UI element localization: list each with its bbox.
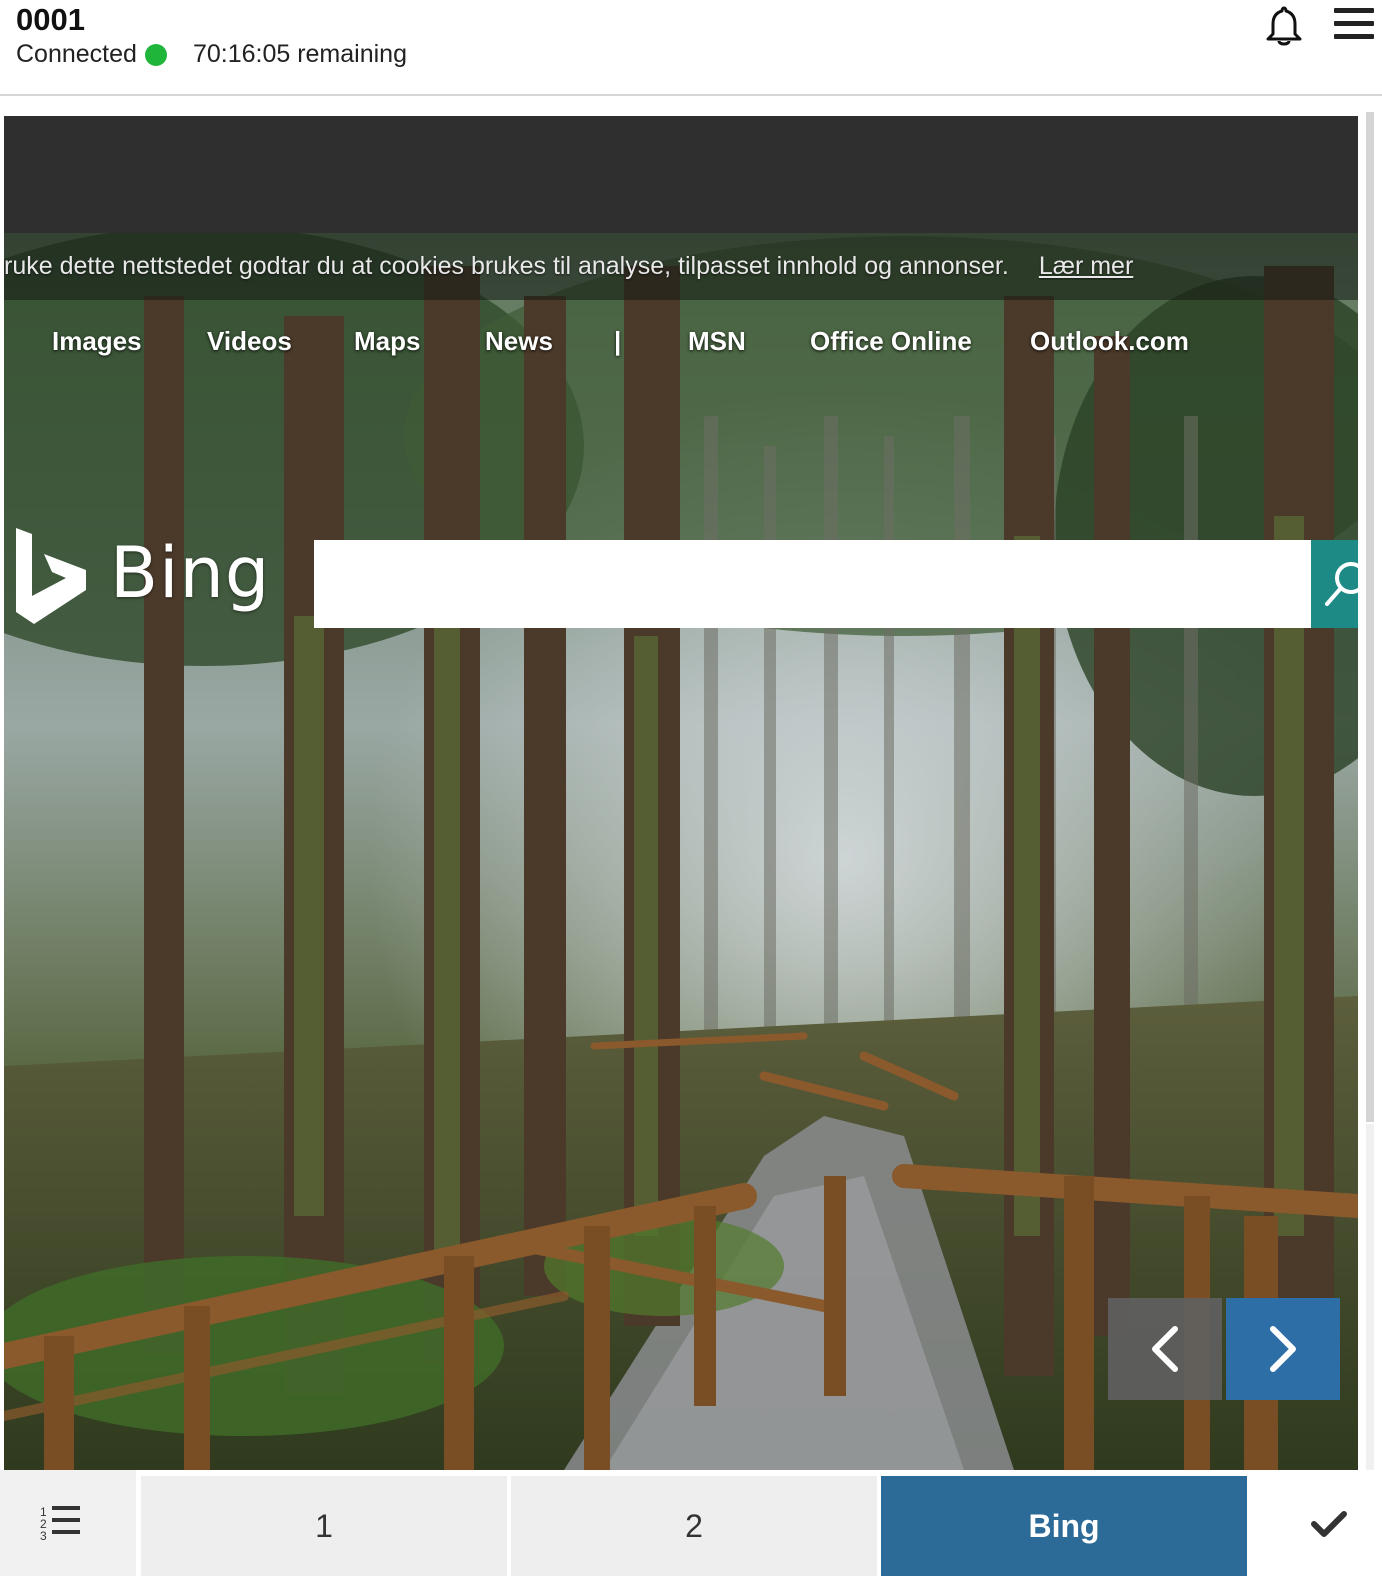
connection-status: Connected 70:16:05 remaining bbox=[16, 40, 407, 69]
nav-link-msn[interactable]: MSN bbox=[688, 326, 746, 357]
nav-link-maps[interactable]: Maps bbox=[354, 326, 420, 357]
viewport-scrollbar-thumb[interactable] bbox=[1366, 112, 1374, 1122]
cookie-notice: ruke dette nettstedet godtar du at cooki… bbox=[4, 233, 1358, 300]
nav-link-images[interactable]: Images bbox=[52, 326, 142, 357]
nav-link-videos[interactable]: Videos bbox=[207, 326, 292, 357]
tab-bing[interactable]: Bing bbox=[881, 1476, 1247, 1576]
chevron-left-icon bbox=[1152, 1326, 1178, 1372]
bing-logo[interactable]: Bing bbox=[10, 526, 280, 636]
bing-logo-text: Bing bbox=[110, 532, 271, 614]
tab-1[interactable]: 1 bbox=[141, 1476, 507, 1576]
app-header: 0001 Connected 70:16:05 remaining bbox=[0, 0, 1382, 96]
bottom-tab-bar: 1 2 3 1 2 Bing bbox=[0, 1470, 1382, 1576]
session-id: 0001 bbox=[16, 2, 85, 37]
nav-link-news[interactable]: News bbox=[485, 326, 553, 357]
nav-separator: | bbox=[614, 326, 622, 356]
nav-link-outlook[interactable]: Outlook.com bbox=[1030, 326, 1189, 357]
remote-browser-viewport[interactable]: ruke dette nettstedet godtar du at cooki… bbox=[4, 116, 1358, 1470]
search-button[interactable] bbox=[1311, 540, 1358, 628]
status-dot-icon bbox=[144, 43, 167, 66]
bing-search-input[interactable] bbox=[314, 540, 1311, 628]
hamburger-menu-icon bbox=[1334, 8, 1374, 39]
chevron-right-icon bbox=[1270, 1326, 1296, 1372]
bing-b-logo-icon bbox=[16, 528, 86, 624]
svg-text:3: 3 bbox=[40, 1529, 47, 1543]
search-icon bbox=[1325, 562, 1358, 606]
browser-top-bar bbox=[4, 116, 1358, 233]
carousel-next-button[interactable] bbox=[1226, 1298, 1340, 1400]
checkmark-icon bbox=[1311, 1511, 1347, 1537]
nav-link-office-online[interactable]: Office Online bbox=[810, 326, 972, 357]
cookie-notice-text: ruke dette nettstedet godtar du at cooki… bbox=[4, 252, 1009, 280]
time-remaining: 70:16:05 remaining bbox=[192, 40, 407, 68]
tab-2[interactable]: 2 bbox=[511, 1476, 877, 1576]
notifications-button[interactable] bbox=[1262, 4, 1306, 48]
status-label: Connected bbox=[16, 40, 137, 68]
viewport-scrollbar-track[interactable] bbox=[1366, 1124, 1374, 1470]
bing-top-nav: Images Videos Maps News | MSN Office Onl… bbox=[4, 320, 1358, 370]
bell-icon bbox=[1266, 6, 1302, 46]
numbered-list-icon: 1 2 3 bbox=[40, 1505, 80, 1543]
task-list-button[interactable]: 1 2 3 bbox=[0, 1470, 136, 1576]
carousel-previous-button[interactable] bbox=[1108, 1298, 1222, 1400]
main-menu-button[interactable] bbox=[1334, 6, 1374, 42]
learn-more-link[interactable]: Lær mer bbox=[1039, 252, 1133, 281]
complete-button[interactable] bbox=[1254, 1470, 1382, 1576]
